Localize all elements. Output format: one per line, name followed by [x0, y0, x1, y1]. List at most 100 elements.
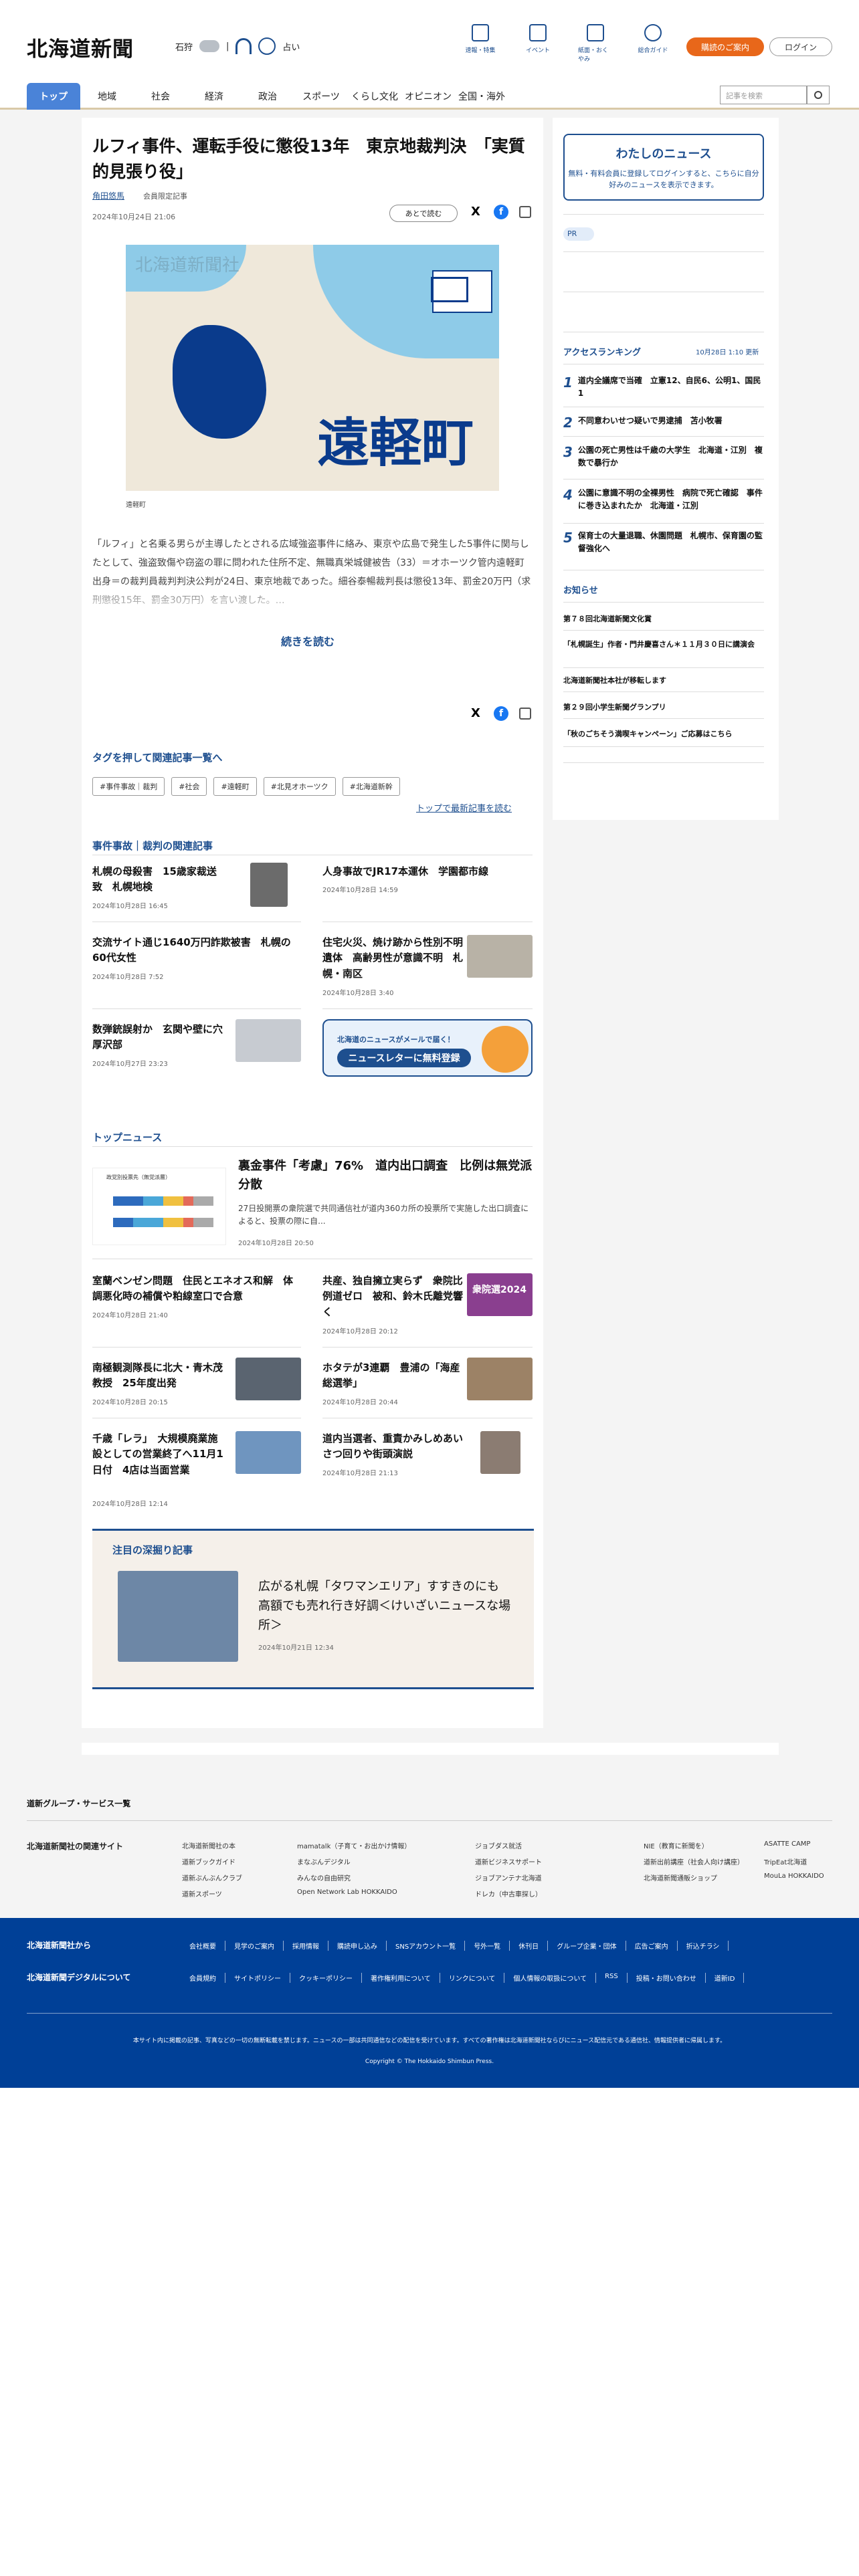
notice-item[interactable]: 第７８回北海道新聞文化賞	[563, 614, 764, 625]
footer-link[interactable]: 号外一覧	[465, 1941, 510, 1951]
subscribe-info-button[interactable]: 購読のご案内	[686, 37, 764, 56]
read-more-button[interactable]: 続きを読む	[281, 633, 335, 649]
login-button[interactable]: ログイン	[769, 37, 832, 56]
nav-society[interactable]: 社会	[134, 83, 187, 110]
topnews-item-thumbnail[interactable]	[480, 1431, 520, 1474]
deep-dive-heading[interactable]: 注目の深掘り記事	[112, 1543, 193, 1557]
nav-top[interactable]: トップ	[27, 83, 80, 110]
footer-link[interactable]: RSS	[596, 1973, 628, 1983]
weather-widget[interactable]: 石狩 | 占い	[175, 37, 300, 55]
group-link[interactable]: NIE（教育に新聞を）	[644, 1840, 708, 1850]
topnews-item-title[interactable]: 室蘭ベンゼン問題 住民とエネオス和解 体調悪化時の補償や粕線室口で合意	[92, 1273, 300, 1305]
deep-dive-thumbnail[interactable]	[118, 1571, 238, 1662]
search-button[interactable]	[807, 86, 830, 104]
ranking-item[interactable]: 3 公園の死亡男性は千歳の大学生 北海道・江別 複数で暴行か	[563, 444, 764, 469]
deep-dive-title[interactable]: 広がる札幌「タワマンエリア」すすきのにも 高額でも売れ行き好調＜けいざいニュース…	[258, 1578, 519, 1635]
ranking-heading[interactable]: アクセスランキング	[563, 345, 641, 358]
group-link[interactable]: ジョブダス就活	[475, 1840, 522, 1850]
group-link[interactable]: mamatalk（子育て・お出かけ情報）	[297, 1840, 411, 1850]
top-latest-link[interactable]: トップで最新記事を読む	[416, 801, 512, 814]
my-news-box[interactable]: わたしのニュース 無料・有料会員に登録してログインすると、こちらに自分好みのニュ…	[563, 134, 764, 201]
tag-chip[interactable]: #遠軽町	[213, 777, 257, 796]
share-icon[interactable]	[519, 708, 531, 720]
group-link[interactable]: ジョブアンテナ北海道	[475, 1872, 542, 1883]
group-link[interactable]: 北海道新聞社の本	[182, 1840, 235, 1850]
ranking-item[interactable]: 4 公園に意識不明の全裸男性 病院で死亡確認 事件に巻き込まれたか 北海道・江別	[563, 487, 764, 512]
group-link[interactable]: みんなの自由研究	[297, 1872, 351, 1883]
footer-link[interactable]: 著作権利用について	[362, 1973, 440, 1983]
search-input[interactable]: 記事を検索	[720, 86, 807, 104]
read-later-button[interactable]: あとで読む	[389, 205, 458, 222]
facebook-share-icon[interactable]: f	[494, 706, 508, 721]
ranking-item[interactable]: 1 道内全議席で当確 立憲12、自民6、公明1、国民1	[563, 374, 764, 399]
tag-chip[interactable]: #北見オホーツク	[263, 777, 336, 796]
group-link[interactable]: ASATTE CAMP	[764, 1840, 810, 1848]
related-item-title[interactable]: 数弾銃誤射か 玄関や壁に穴 厚沢部	[92, 1022, 233, 1053]
nav-politics[interactable]: 政治	[241, 83, 294, 110]
header-link-events[interactable]: イベント	[520, 24, 555, 63]
topnews-item-title[interactable]: 道内当選者、重責かみしめあいさつ回りや街頭演説	[322, 1431, 463, 1463]
group-heading[interactable]: 道新グループ・サービス一覧	[27, 1798, 130, 1809]
footer-link[interactable]: 休刊日	[510, 1941, 549, 1951]
nav-national[interactable]: 全国・海外	[455, 83, 508, 110]
nav-economy[interactable]: 経済	[187, 83, 241, 110]
x-share-icon[interactable]: X	[468, 205, 483, 219]
footer-link[interactable]: 会員規約	[181, 1973, 225, 1983]
related-item-title[interactable]: 札幌の母殺害 15歳家裁送致 札幌地検	[92, 864, 226, 895]
header-link-flash[interactable]: 速報・特集	[463, 24, 498, 63]
topnews-item-thumbnail[interactable]	[235, 1431, 301, 1474]
notice-item[interactable]: 「秋のごちそう満喫キャンペーン」ご応募はこちら	[563, 729, 764, 740]
nav-region[interactable]: 地域	[80, 83, 134, 110]
topnews-item-title[interactable]: 千歳「レラ」 大規模廃業施設としての営業終了へ11月1日付 4店は当面営業	[92, 1431, 226, 1478]
nav-culture[interactable]: くらし文化	[348, 83, 401, 110]
group-link[interactable]: 道新スポーツ	[182, 1889, 222, 1899]
group-link[interactable]: MouLa HOKKAIDO	[764, 1872, 824, 1880]
footer-link[interactable]: SNSアカウント一覧	[387, 1941, 466, 1951]
header-link-paper[interactable]: 紙面・おくやみ	[578, 24, 613, 63]
nav-opinion[interactable]: オピニオン	[401, 83, 455, 110]
group-link[interactable]: Open Network Lab HOKKAIDO	[297, 1889, 397, 1896]
related-item-title[interactable]: 住宅火災、焼け跡から性別不明遺体 高齢男性が意識不明 札幌・南区	[322, 935, 463, 982]
group-link[interactable]: ドレカ（中古車探し）	[475, 1889, 542, 1899]
footer-link[interactable]: サイトポリシー	[225, 1973, 290, 1983]
topnews-item-title[interactable]: 南極観測隊長に北大・青木茂教授 25年度出発	[92, 1360, 226, 1392]
footer-link[interactable]: 採用情報	[284, 1941, 328, 1951]
header-link-guide[interactable]: 総合ガイド	[636, 24, 670, 63]
related-item-thumbnail[interactable]	[250, 863, 288, 907]
site-logo[interactable]: 北海道新聞	[27, 32, 134, 62]
footer-link[interactable]: 個人情報の取扱について	[504, 1973, 597, 1983]
footer-link[interactable]: 購読申し込み	[328, 1941, 387, 1951]
group-link[interactable]: 道新出前講座（社会人向け講座）	[644, 1856, 744, 1866]
footer-link[interactable]: 見学のご案内	[225, 1941, 284, 1951]
author-link[interactable]: 角田悠馬	[92, 190, 124, 201]
facebook-share-icon[interactable]: f	[494, 205, 508, 219]
related-item-title[interactable]: 交流サイト通じ1640万円詐欺被害 札幌の60代女性	[92, 935, 300, 966]
topnews-item-title[interactable]: ホタテが3連覇 豊浦の「海産総選挙」	[322, 1360, 463, 1392]
footer-link[interactable]: 道新ID	[706, 1973, 745, 1983]
notice-item[interactable]: 北海道新聞社本社が移転します	[563, 675, 764, 687]
related-item-thumbnail[interactable]	[467, 935, 533, 978]
notice-heading[interactable]: お知らせ	[563, 583, 598, 596]
related-item-title[interactable]: 人身事故でJR17本運休 学園都市線	[322, 864, 523, 879]
ranking-item[interactable]: 5 保育士の大量退職、休園問題 札幌市、保育園の監督強化へ	[563, 530, 764, 554]
lead-chart-image[interactable]: 政党別投票先（無党派層）	[92, 1168, 226, 1245]
group-link[interactable]: まなぶんデジタル	[297, 1856, 351, 1866]
nav-sports[interactable]: スポーツ	[294, 83, 348, 110]
group-link[interactable]: 道新ビジネスサポート	[475, 1856, 542, 1866]
share-icon[interactable]	[519, 206, 531, 218]
tag-chip[interactable]: #事件事故｜裁判	[92, 777, 165, 796]
footer-link[interactable]: 広告ご案内	[626, 1941, 678, 1951]
notice-item[interactable]: 第２９回小学生新聞グランプリ	[563, 702, 764, 714]
footer-link[interactable]: 折込チラシ	[678, 1941, 729, 1951]
footer-link[interactable]: 会社概要	[181, 1941, 225, 1951]
fortune-link[interactable]: 占い	[282, 40, 300, 53]
newsletter-banner[interactable]: 北海道のニュースがメールで届く！ ニュースレターに無料登録	[322, 1019, 533, 1077]
topnews-item-thumbnail[interactable]: 衆院選2024	[467, 1273, 533, 1316]
topnews-item-thumbnail[interactable]	[467, 1358, 533, 1400]
group-link[interactable]: 道新ぶんぶんクラブ	[182, 1872, 242, 1883]
tag-chip[interactable]: #北海道新幹	[342, 777, 400, 796]
x-share-icon[interactable]: X	[468, 706, 483, 721]
ranking-item[interactable]: 2 不同意わいせつ疑いで男逮捕 苫小牧署	[563, 415, 764, 431]
topnews-item-title[interactable]: 共産、独自擁立実らず 衆院比例道ゼロ 被和、鈴木氏離党響く	[322, 1273, 463, 1320]
location-label[interactable]: 石狩	[175, 40, 193, 53]
